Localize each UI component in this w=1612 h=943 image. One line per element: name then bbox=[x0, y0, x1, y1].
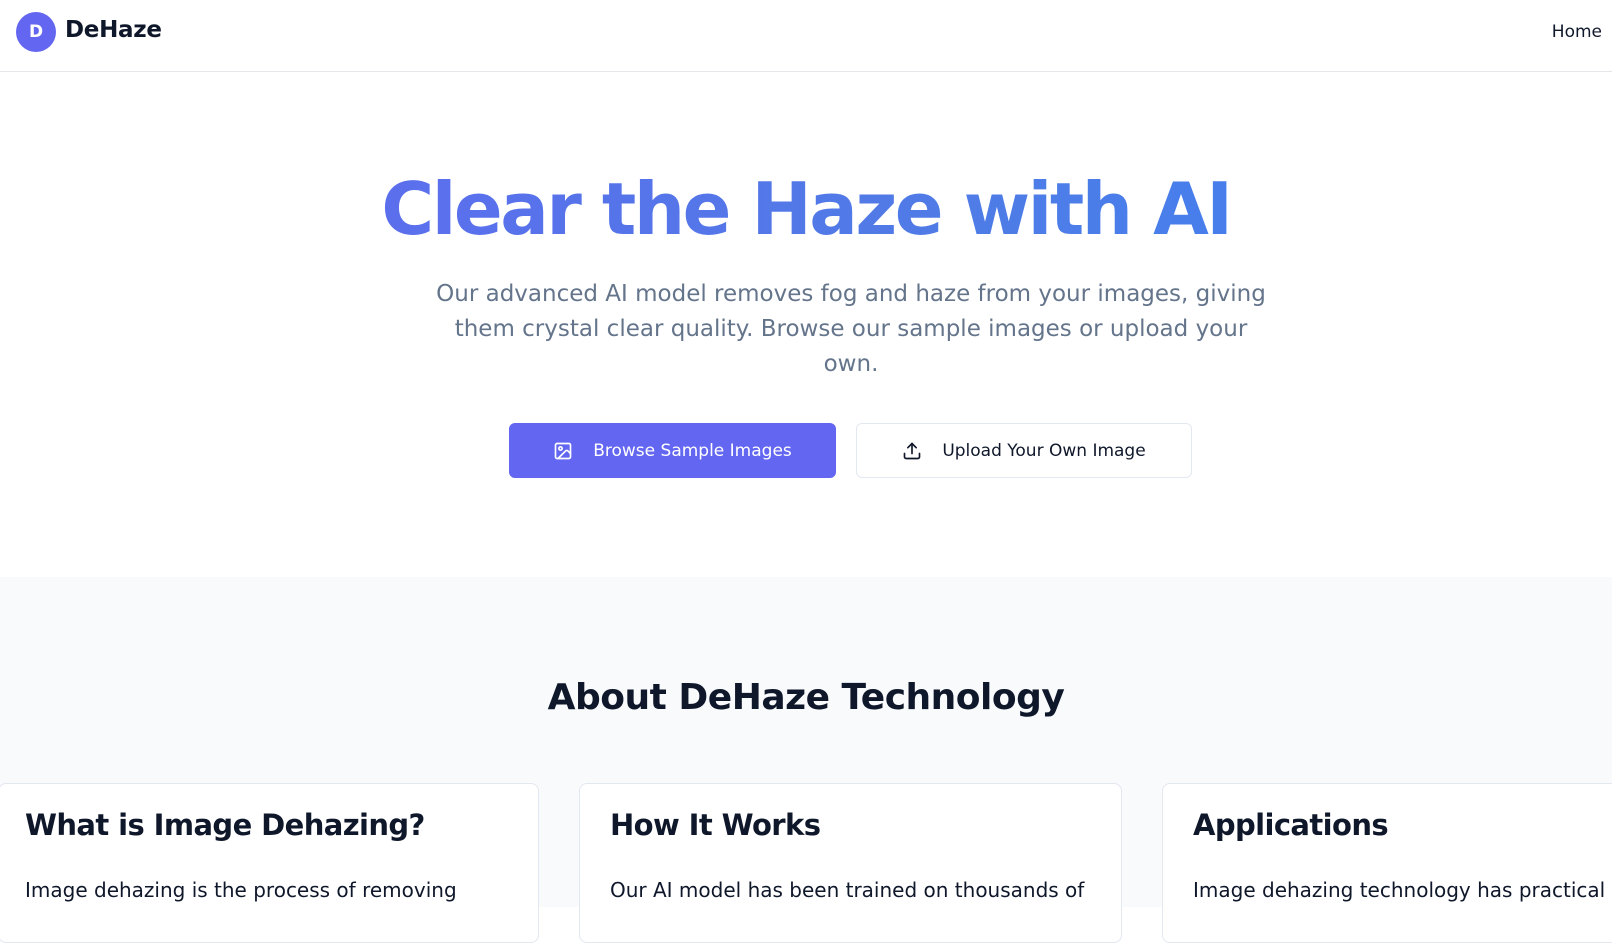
hero-section: Clear the Haze with AI Our advanced AI m… bbox=[0, 72, 1612, 577]
card-text: Image dehazing is the process of removin… bbox=[25, 878, 457, 902]
card-title: Applications bbox=[1193, 808, 1389, 842]
upload-image-button[interactable]: Upload Your Own Image bbox=[856, 423, 1192, 478]
about-title: About DeHaze Technology bbox=[547, 677, 1065, 718]
card-title: What is Image Dehazing? bbox=[25, 808, 425, 842]
card-title: How It Works bbox=[610, 808, 821, 842]
hero-title: Clear the Haze with AI bbox=[0, 166, 1612, 252]
about-section: About DeHaze Technology What is Image De… bbox=[0, 577, 1612, 943]
card-text: Image dehazing technology has practical bbox=[1193, 878, 1606, 902]
image-icon bbox=[553, 441, 593, 461]
hero-subtitle: Our advanced AI model removes fog and ha… bbox=[436, 281, 1266, 377]
logo-text[interactable]: DeHaze bbox=[65, 17, 162, 43]
nav-link-home[interactable]: Home bbox=[1552, 22, 1602, 42]
info-card-how-it-works: How It Works Our AI model has been train… bbox=[579, 783, 1122, 943]
site-header: D DeHaze Home bbox=[0, 0, 1612, 72]
info-card-what-is-dehazing: What is Image Dehazing? Image dehazing i… bbox=[0, 783, 539, 943]
browse-sample-images-label: Browse Sample Images bbox=[593, 440, 792, 461]
upload-icon bbox=[902, 441, 942, 461]
card-text: Our AI model has been trained on thousan… bbox=[610, 878, 1085, 902]
upload-image-label: Upload Your Own Image bbox=[942, 440, 1146, 461]
info-card-applications: Applications Image dehazing technology h… bbox=[1162, 783, 1612, 943]
browse-sample-images-button[interactable]: Browse Sample Images bbox=[509, 423, 836, 478]
logo-badge[interactable]: D bbox=[16, 12, 56, 52]
